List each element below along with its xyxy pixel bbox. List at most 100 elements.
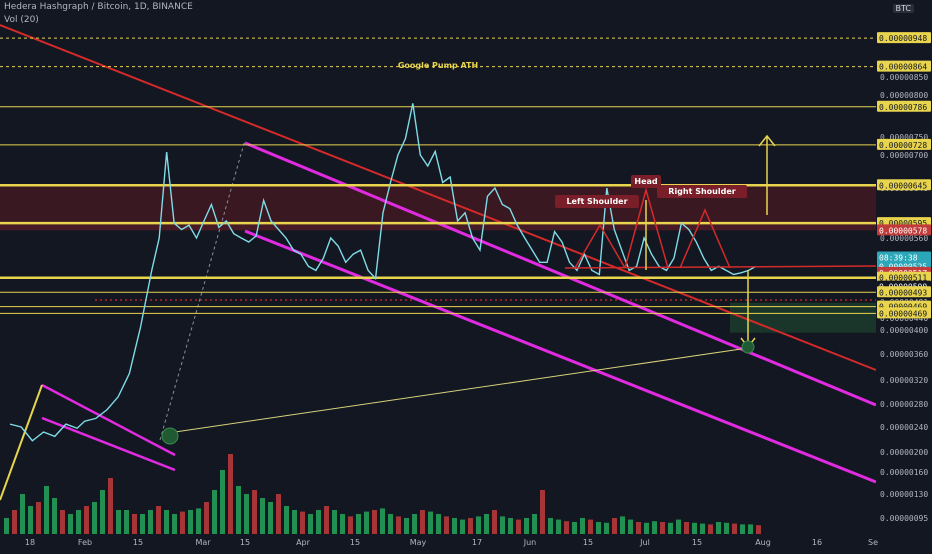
- y-tick-label-5: 0.00000280: [880, 400, 928, 409]
- volume-bar-44: [356, 514, 361, 534]
- y-tick-label-14: 0.00000700: [880, 151, 928, 160]
- volume-bar-73: [588, 519, 593, 534]
- price-label-14: 0.00000469: [879, 309, 927, 318]
- volume-bar-84: [676, 519, 681, 534]
- volume-bar-19: [156, 506, 161, 534]
- volume-bar-34: [276, 494, 281, 534]
- volume-bar-60: [484, 514, 489, 534]
- y-tick-label-0: 0.00000095: [880, 514, 928, 523]
- volume-bar-94: [756, 525, 761, 534]
- volume-bar-85: [684, 522, 689, 534]
- volume-bar-72: [580, 518, 585, 534]
- volume-bar-0: [4, 518, 9, 534]
- volume-bar-3: [28, 506, 33, 534]
- volume-bar-32: [260, 498, 265, 534]
- y-tick-label-16: 0.00000800: [880, 91, 928, 100]
- volume-bar-70: [564, 521, 569, 534]
- volume-bar-47: [380, 508, 385, 534]
- volume-bar-81: [652, 521, 657, 534]
- volume-bar-5: [44, 486, 49, 534]
- x-tick-label-6: 15: [350, 538, 360, 547]
- y-tick-label-6: 0.00000320: [880, 376, 928, 385]
- x-tick-label-12: 15: [692, 538, 702, 547]
- volume-bar-25: [204, 502, 209, 534]
- x-tick-label-14: 16: [812, 538, 822, 547]
- volume-bar-39: [316, 510, 321, 534]
- volume-bar-64: [516, 519, 521, 534]
- volume-bar-29: [236, 486, 241, 534]
- volume-bar-54: [436, 514, 441, 534]
- volume-bar-50: [404, 518, 409, 534]
- x-tick-label-10: 15: [583, 538, 593, 547]
- volume-bar-28: [228, 454, 233, 534]
- volume-bar-61: [492, 510, 497, 534]
- volume-bar-23: [188, 510, 193, 534]
- volume-bar-38: [308, 514, 313, 534]
- annotation-label-1: Left Shoulder: [566, 197, 627, 206]
- volume-bar-22: [180, 511, 185, 534]
- price-label-12: 0.00000493: [879, 288, 927, 297]
- volume-bar-35: [284, 506, 289, 534]
- volume-bar-87: [700, 523, 705, 534]
- volume-bar-71: [572, 522, 577, 534]
- x-tick-label-1: Feb: [78, 538, 92, 547]
- volume-bar-4: [36, 502, 41, 534]
- y-tick-label-1: 0.00000130: [880, 490, 928, 499]
- x-tick-label-8: 17: [472, 538, 482, 547]
- y-tick-label-4: 0.00000240: [880, 423, 928, 432]
- volume-bar-41: [332, 510, 337, 534]
- x-tick-label-2: 15: [133, 538, 143, 547]
- volume-bar-11: [92, 502, 97, 534]
- x-tick-label-7: May: [410, 538, 427, 547]
- volume-bar-1: [12, 510, 17, 534]
- volume-bar-67: [540, 490, 545, 534]
- volume-bar-62: [500, 516, 505, 534]
- volume-bar-2: [20, 494, 25, 534]
- volume-bar-68: [548, 518, 553, 534]
- magenta-channel-upper: [244, 141, 877, 407]
- volume-bar-46: [372, 510, 377, 534]
- volume-bar-17: [140, 514, 145, 534]
- volume-bar-7: [60, 510, 65, 534]
- volume-bar-8: [68, 514, 73, 534]
- x-tick-label-5: Apr: [296, 538, 311, 547]
- y-tick-label-2: 0.00000160: [880, 468, 928, 477]
- volume-bar-77: [620, 516, 625, 534]
- volume-bar-43: [348, 516, 353, 534]
- volume-bar-76: [612, 518, 617, 534]
- annotation-label-0: Google Pump ATH: [398, 61, 478, 70]
- volume-bar-24: [196, 508, 201, 534]
- volume-bar-15: [124, 510, 129, 534]
- volume-bar-30: [244, 494, 249, 534]
- volume-bar-63: [508, 518, 513, 534]
- volume-bar-92: [740, 524, 745, 534]
- currency-badge[interactable]: BTC: [892, 4, 914, 13]
- volume-bar-37: [300, 511, 305, 534]
- price-chart[interactable]: Google Pump ATH Left Shoulder Head Right Sh…: [0, 0, 932, 550]
- volume-bar-65: [524, 518, 529, 534]
- price-label-8: 08:39:38: [879, 253, 918, 262]
- volume-bar-80: [644, 522, 649, 534]
- volume-bar-27: [220, 470, 225, 534]
- flagpole-line: [0, 384, 43, 501]
- volume-bar-74: [596, 522, 601, 534]
- volume-bar-57: [460, 519, 465, 534]
- x-tick-label-15: Se: [868, 538, 878, 547]
- volume-bar-49: [396, 516, 401, 534]
- volume-bar-86: [692, 522, 697, 534]
- price-label-1: 0.00000864: [879, 63, 927, 72]
- volume-bar-33: [268, 502, 273, 534]
- volume-bar-66: [532, 514, 537, 534]
- volume-bar-53: [428, 511, 433, 534]
- volume-bar-9: [76, 510, 81, 534]
- price-label-6: 0.00000578: [879, 226, 927, 235]
- volume-bar-16: [132, 514, 137, 534]
- x-tick-label-3: Mar: [195, 538, 211, 547]
- volume-bar-36: [292, 510, 297, 534]
- volume-bar-13: [108, 478, 113, 534]
- y-tick-label-7: 0.00000360: [880, 350, 928, 359]
- volume-bar-69: [556, 519, 561, 534]
- chart-stage[interactable]: Google Pump ATH Left Shoulder Head Right Sh…: [0, 0, 932, 550]
- volume-bar-21: [172, 514, 177, 534]
- volume-bar-93: [748, 524, 753, 534]
